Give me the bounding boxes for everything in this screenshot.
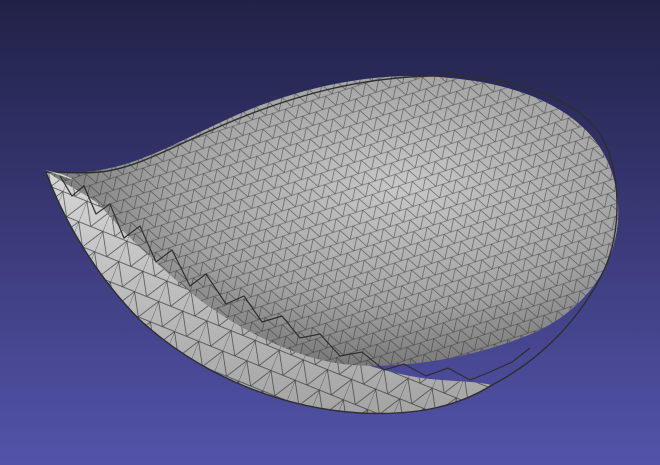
3d-viewport[interactable] <box>0 0 660 465</box>
mesh-render-canvas[interactable] <box>0 0 660 465</box>
